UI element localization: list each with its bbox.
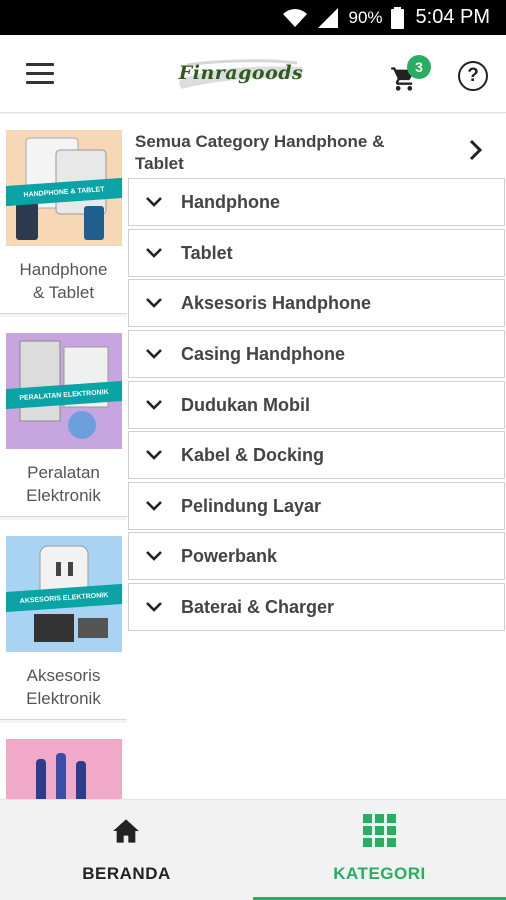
help-icon: ? [467,65,479,86]
tab-beranda[interactable]: BERANDA [0,800,253,900]
battery-percent: 90% [348,7,383,27]
chevron-down-icon [146,501,162,511]
category-row[interactable]: Aksesoris Handphone [128,279,505,327]
battery-icon [390,6,404,29]
category-image-handphone-tablet: HANDPHONE & TABLET [6,130,122,246]
category-label: Baterai & Charger [181,597,335,617]
category-row[interactable]: Tablet [128,229,505,277]
category-label: Aksesoris Handphone [181,293,372,313]
chevron-down-icon [146,248,162,258]
chevron-down-icon [146,400,162,410]
bottom-navigation: BERANDA KATEGORI [0,799,506,900]
all-category-link[interactable]: Semua Category Handphone & Tablet [127,114,506,176]
cart-count-badge: 3 [407,55,431,79]
chevron-down-icon [146,602,162,612]
chevron-down-icon [146,349,162,359]
logo-text: Finragoods [178,62,304,84]
tab-label: BERANDA [82,864,171,883]
sidebar-item-label: Aksesoris Elektronik [26,666,101,708]
chevron-right-icon [469,139,483,161]
signal-icon [318,7,339,28]
subcategory-panel: Semua Category Handphone & Tablet Handph… [127,114,506,799]
category-label: Powerbank [181,546,278,566]
app-logo: Finragoods [173,51,309,95]
category-row[interactable]: Powerbank [128,532,505,580]
clock: 5:04 PM [415,6,490,28]
category-row[interactable]: Handphone [128,178,505,226]
category-image-peralatan-elektronik: PERALATAN ELEKTRONIK [6,333,122,449]
category-row[interactable]: Kabel & Docking [128,431,505,479]
sidebar-item-label: Peralatan Elektronik [26,463,101,505]
help-button[interactable]: ? [458,61,488,91]
tab-label: KATEGORI [333,864,426,883]
category-row[interactable]: Pelindung Layar [128,482,505,530]
category-label: Casing Handphone [181,344,346,364]
category-label: Pelindung Layar [181,496,322,516]
app-header: Finragoods 3 ? [0,35,506,113]
category-label: Handphone [181,192,280,212]
category-label: Kabel & Docking [181,445,325,465]
menu-button[interactable] [26,63,54,85]
chevron-down-icon [146,450,162,460]
chevron-down-icon [146,197,162,207]
status-bar: 90% 5:04 PM [0,0,506,35]
category-sidebar[interactable]: HANDPHONE & TABLET Handphone & Tablet PE… [0,114,127,799]
category-label: Tablet [181,243,233,263]
sidebar-item-handphone-tablet[interactable]: HANDPHONE & TABLET Handphone & Tablet [0,114,127,314]
category-image-aksesoris-elektronik: AKSESORIS ELEKTRONIK [6,536,122,652]
category-row[interactable]: Casing Handphone [128,330,505,378]
grid-icon [363,814,396,847]
tab-kategori[interactable]: KATEGORI [253,800,506,900]
sidebar-item-aksesoris-elektronik[interactable]: AKSESORIS ELEKTRONIK Aksesoris Elektroni… [0,520,127,720]
sidebar-item-partial[interactable] [0,723,127,799]
category-image-partial [6,739,122,799]
category-row[interactable]: Dudukan Mobil [128,381,505,429]
all-category-label: Semua Category Handphone & Tablet [135,132,385,173]
sidebar-item-label: Handphone & Tablet [19,260,108,302]
wifi-icon [283,8,308,27]
sidebar-item-peralatan-elektronik[interactable]: PERALATAN ELEKTRONIK Peralatan Elektroni… [0,317,127,517]
chevron-down-icon [146,551,162,561]
chevron-down-icon [146,298,162,308]
home-icon [113,819,139,843]
category-label: Dudukan Mobil [181,395,310,415]
category-row[interactable]: Baterai & Charger [128,583,505,631]
